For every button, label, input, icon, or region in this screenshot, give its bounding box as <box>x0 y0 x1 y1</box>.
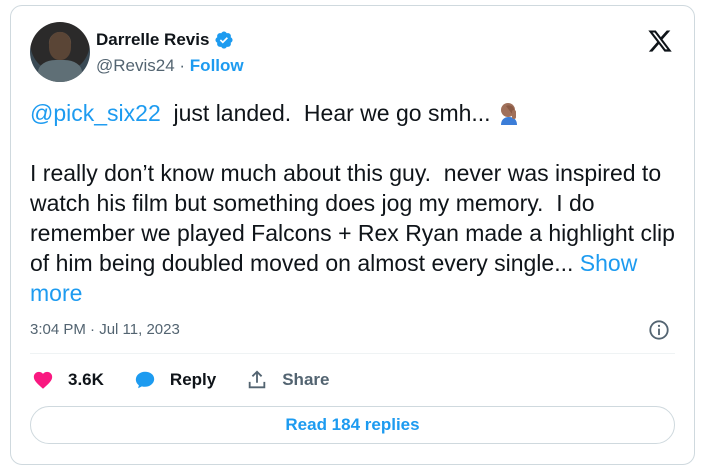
author-name-row: Darrelle Revis <box>96 30 234 50</box>
avatar[interactable] <box>30 22 90 82</box>
tweet-timestamp[interactable]: 3:04 PM · Jul 11, 2023 <box>30 321 180 338</box>
avatar-head <box>49 32 71 60</box>
info-icon[interactable] <box>648 319 670 341</box>
author-handle[interactable]: @Revis24 <box>96 56 175 75</box>
reply-bubble-icon <box>135 371 155 389</box>
share-label: Share <box>282 370 330 389</box>
read-replies-button[interactable]: Read 184 replies <box>30 406 675 444</box>
tweet-text: @pick_six22 just landed. Hear we go smh.… <box>30 98 680 308</box>
action-bar: 3.6K Reply Share <box>32 369 359 391</box>
like-count: 3.6K <box>68 370 104 389</box>
like-button[interactable]: 3.6K <box>32 369 104 391</box>
tweet-card: Darrelle Revis @Revis24 · Follow @pick_s… <box>10 5 695 465</box>
x-logo-icon[interactable] <box>646 28 674 54</box>
reply-button[interactable]: Reply <box>134 369 216 391</box>
follow-button[interactable]: Follow <box>190 56 244 75</box>
share-icon <box>248 370 266 389</box>
share-button[interactable]: Share <box>246 369 329 391</box>
avatar-jersey <box>38 60 82 82</box>
verified-badge-icon <box>215 31 233 49</box>
tweet-line1-text: just landed. Hear we go smh... <box>160 100 491 126</box>
heart-icon <box>33 371 53 389</box>
reply-label: Reply <box>169 370 217 389</box>
divider <box>30 353 675 354</box>
author-handle-row: @Revis24 · Follow <box>96 56 244 76</box>
mention-link[interactable]: @pick_six22 <box>30 100 161 126</box>
author-name[interactable]: Darrelle Revis <box>96 30 209 50</box>
handle-separator: · <box>174 56 190 75</box>
facepalm-emoji-icon <box>500 103 517 125</box>
